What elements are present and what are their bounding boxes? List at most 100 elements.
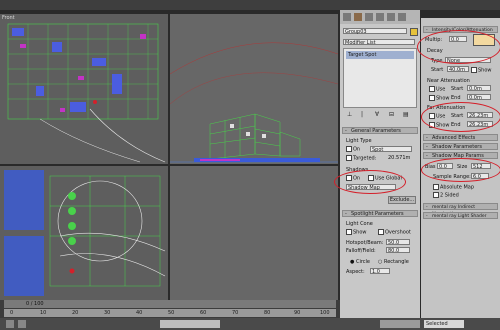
near-start-spinner[interactable]: 0.0m (467, 85, 491, 92)
near-end-spinner[interactable]: 0.0m (467, 94, 491, 101)
near-use-checkbox[interactable]: Use (429, 86, 445, 93)
viewport-perspective[interactable] (170, 14, 338, 164)
near-use-label: Use (436, 86, 446, 93)
configure-sets-icon[interactable]: ▤ (403, 111, 409, 118)
hotspot-spinner[interactable]: 50.0 (386, 239, 410, 246)
circle-label: Circle (355, 259, 371, 265)
advanced-effects-rollout[interactable]: Advanced Effects (423, 134, 498, 142)
selected-dropdown[interactable]: Selected (424, 320, 464, 328)
light-on-label: On (353, 146, 361, 153)
spotlight-params-rollout[interactable]: Spotlight Parameters (342, 210, 418, 218)
coordinate-field[interactable] (160, 320, 220, 328)
object-color-swatch[interactable] (410, 28, 418, 36)
light-type-label: Light Type (346, 138, 372, 144)
object-name-field[interactable]: Group03 (343, 28, 407, 35)
viewport-camera[interactable] (170, 166, 338, 300)
building-wireframe (170, 42, 338, 163)
stack-toolbar: ⊥ | ∀ ⊟ ▤ (343, 110, 415, 118)
modifier-stack[interactable]: Target Spot (343, 48, 417, 108)
track-bar[interactable]: 0 10 20 30 40 50 60 70 80 90 100 (4, 309, 336, 317)
motion-tab-icon[interactable] (376, 13, 384, 21)
viewport-front[interactable]: Front (0, 14, 168, 164)
radio-icon[interactable]: ○ (378, 259, 382, 265)
utilities-tab-icon[interactable] (398, 13, 406, 21)
tick-label: 90 (294, 310, 301, 316)
two-sided-checkbox[interactable]: 2 Sided (433, 192, 459, 199)
show-end-result-icon[interactable]: | (361, 111, 363, 118)
checkbox-icon[interactable] (471, 67, 477, 73)
light-parameters-panel: Intensity/Color/Attenuation Multip: 0.0 … (417, 18, 500, 324)
pin-stack-icon[interactable]: ⊥ (347, 111, 352, 118)
decay-start-spinner[interactable]: 40.0m (447, 66, 469, 73)
light-type-dropdown[interactable]: Spot (370, 146, 412, 153)
light-cone-label: Light Cone (346, 221, 373, 227)
falloff-spinner[interactable]: 80.0 (386, 247, 410, 254)
highlight-circle-shadow-type (334, 170, 406, 194)
highlight-circle-far-atten (421, 102, 500, 132)
plan-wireframe (4, 170, 166, 296)
create-tab-icon[interactable] (343, 13, 351, 21)
absolute-map-label: Absolute Map (440, 184, 474, 191)
checkbox-icon[interactable] (429, 95, 435, 101)
two-sided-label: 2 Sided (440, 192, 459, 199)
cone-show-checkbox[interactable]: Show (346, 229, 367, 236)
circle-radio[interactable]: ● Circle (350, 259, 370, 265)
near-show-checkbox[interactable]: Show (429, 95, 450, 102)
highlight-circle-shadow-map (421, 158, 500, 182)
targeted-distance: 20.571m (388, 155, 411, 161)
make-unique-icon[interactable]: ∀ (375, 111, 379, 118)
remove-modifier-icon[interactable]: ⊟ (389, 111, 394, 118)
near-start-label: Start (451, 86, 464, 92)
stack-item-target-spot[interactable]: Target Spot (346, 51, 414, 59)
tick-label: 100 (320, 310, 330, 316)
display-tab-icon[interactable] (387, 13, 395, 21)
key-icon[interactable] (6, 320, 14, 328)
hierarchy-tab-icon[interactable] (365, 13, 373, 21)
hotspot-label: Hotspot/Beam: (346, 240, 384, 246)
cone-show-label: Show (353, 229, 367, 236)
viewport-top[interactable] (0, 166, 168, 300)
rectangle-label: Rectangle (383, 259, 409, 265)
targeted-checkbox[interactable]: Targeted: (346, 155, 376, 162)
general-params-rollout[interactable]: General Parameters (342, 127, 418, 135)
lock-icon[interactable] (18, 320, 26, 328)
decay-show-label: Show (478, 67, 492, 74)
rectangle-radio[interactable]: ○ Rectangle (378, 259, 409, 265)
command-panel-tabs[interactable] (340, 10, 420, 24)
exclude-button[interactable]: Exclude... (388, 196, 416, 204)
time-slider[interactable]: 0 / 100 (4, 300, 336, 308)
radio-icon[interactable]: ● (350, 259, 354, 265)
light-on-checkbox[interactable]: On (346, 146, 360, 153)
command-panel: Group03 Modifier List Target Spot ⊥ | ∀ … (334, 24, 420, 324)
tick-label: 70 (232, 310, 239, 316)
mr-indirect-rollout[interactable]: mental ray Indirect Illumination (423, 203, 498, 217)
modifier-list-dropdown[interactable]: Modifier List (343, 39, 415, 46)
targeted-label: Targeted: (353, 155, 377, 162)
decay-start-label: Start (431, 67, 444, 73)
front-wireframe (7, 23, 166, 163)
tick-label: 80 (264, 310, 271, 316)
camera-grid (170, 166, 338, 167)
checkbox-icon[interactable] (429, 86, 435, 92)
checkbox-icon[interactable] (346, 229, 352, 235)
modify-tab-icon[interactable] (354, 13, 362, 21)
absolute-map-checkbox[interactable]: Absolute Map (433, 184, 474, 191)
tick-label: 50 (168, 310, 175, 316)
near-show-label: Show (436, 95, 450, 102)
tick-label: 60 (200, 310, 207, 316)
checkbox-icon[interactable] (433, 184, 439, 190)
shadow-params-rollout[interactable]: Shadow Parameters (423, 143, 498, 151)
play-controls[interactable] (380, 320, 420, 328)
overshoot-checkbox[interactable]: Overshoot (378, 229, 411, 236)
viewport-label[interactable]: Front (2, 15, 15, 21)
decay-show-checkbox[interactable]: Show (471, 67, 492, 74)
checkbox-icon[interactable] (433, 192, 439, 198)
checkbox-icon[interactable] (378, 229, 384, 235)
mr-shader-rollout[interactable]: mental ray Light Shader (423, 212, 498, 220)
status-bar: Selected (0, 318, 500, 330)
tick-label: 20 (72, 310, 79, 316)
checkbox-icon[interactable] (346, 155, 352, 161)
checkbox-icon[interactable] (346, 146, 352, 152)
tick-label: 30 (104, 310, 111, 316)
aspect-spinner[interactable]: 1.0 (370, 268, 390, 275)
